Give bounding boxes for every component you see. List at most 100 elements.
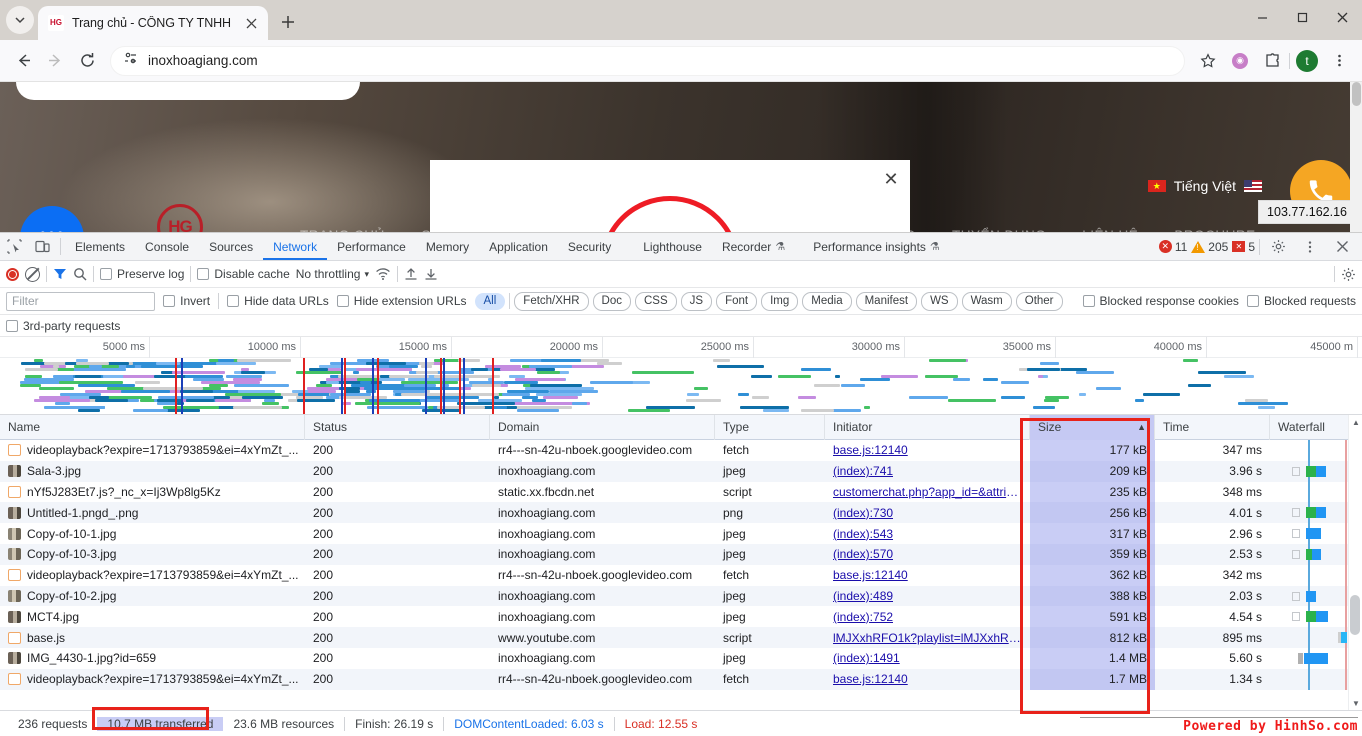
type-filter-font[interactable]: Font [716,291,758,311]
cell-initiator[interactable]: lMJXxhRFO1k?playlist=lMJXxhRFO1k [825,627,1030,648]
cell-initiator[interactable]: (index):489 [825,586,1030,607]
tab-application[interactable]: Application [479,233,558,260]
initiator-link[interactable]: (index):752 [833,610,893,624]
site-logo[interactable]: HG INOX HG [140,204,220,232]
type-filter-img[interactable]: Img [761,291,799,311]
initiator-link[interactable]: base.js:12140 [833,443,908,457]
url-text[interactable]: inoxhoagiang.com [148,53,258,68]
cell-name[interactable]: Sala-3.jpg [0,461,305,482]
type-filter-js[interactable]: JS [680,291,713,311]
reload-button[interactable] [72,46,102,76]
table-row[interactable]: Copy-of-10-1.jpg 200 inoxhoagiang.com jpeg (… [0,523,1362,544]
type-filter-doc[interactable]: Doc [592,291,631,311]
record-button[interactable] [6,267,19,281]
site-settings-icon[interactable] [123,51,138,71]
preserve-log-checkbox[interactable]: Preserve log [100,267,184,281]
scroll-down-arrow[interactable]: ▼ [1351,698,1361,708]
back-button[interactable] [8,46,38,76]
disable-cache-checkbox[interactable]: Disable cache [197,267,290,281]
minimize-button[interactable] [1242,0,1282,34]
cell-name[interactable]: videoplayback?expire=1713793859&ei=4xYmZ… [0,440,305,461]
table-body[interactable]: videoplayback?expire=1713793859&ei=4xYmZ… [0,440,1362,710]
initiator-link[interactable]: customerchat.php?app_id=&attributi [833,485,1022,499]
cell-name[interactable]: videoplayback?expire=1713793859&ei=4xYmZ… [0,565,305,586]
tab-recorder[interactable]: Recorder ⚗ [712,233,795,260]
cell-initiator[interactable]: (index):741 [825,461,1030,482]
export-har-icon[interactable] [424,267,438,281]
cell-initiator[interactable]: customerchat.php?app_id=&attributi [825,482,1030,503]
third-party-requests-checkbox[interactable]: 3rd-party requests [6,319,120,333]
forward-button[interactable] [40,46,70,76]
blocked-requests-checkbox[interactable]: Blocked requests [1246,294,1356,308]
tab-elements[interactable]: Elements [65,233,135,260]
initiator-link[interactable]: lMJXxhRFO1k?playlist=lMJXxhRFO1k [833,631,1022,645]
type-filter-ws[interactable]: WS [921,291,958,311]
column-header-size[interactable]: Size ▲ [1030,415,1155,440]
initiator-link[interactable]: (index):543 [833,527,893,541]
cell-name[interactable]: base.js [0,627,305,648]
page-scrollbar-thumb[interactable] [1352,82,1361,106]
table-row[interactable]: Untitled-1.pngd_.png 200 inoxhoagiang.com p… [0,502,1362,524]
cell-name[interactable]: IMG_4430-1.jpg?id=659 [0,648,305,669]
cell-name[interactable]: Copy-of-10-1.jpg [0,523,305,544]
tab-security[interactable]: Security [558,233,621,260]
checkbox-box[interactable] [227,295,240,307]
omnibox[interactable]: inoxhoagiang.com [110,45,1185,76]
initiator-link[interactable]: base.js:12140 [833,672,908,686]
tab-network[interactable]: Network [263,233,327,260]
type-filter-media[interactable]: Media [802,291,852,311]
cell-name[interactable]: Copy-of-10-3.jpg [0,544,305,565]
column-header-name[interactable]: Name [0,415,305,440]
cell-initiator[interactable]: (index):543 [825,523,1030,544]
initiator-link[interactable]: (index):741 [833,464,893,478]
initiator-link[interactable]: (index):570 [833,547,893,561]
table-row[interactable]: IMG_4430-1.jpg?id=659 200 inoxhoagiang.com… [0,647,1362,669]
filter-input[interactable]: Filter [6,291,156,311]
type-filter-css[interactable]: CSS [635,291,677,311]
column-header-initiator[interactable]: Initiator [825,415,1030,440]
checkbox-box[interactable] [1082,295,1095,307]
cell-name[interactable]: videoplayback?expire=1713793859&ei=4xYmZ… [0,669,305,690]
table-row[interactable]: Copy-of-10-2.jpg 200 inoxhoagiang.com jpeg (… [0,585,1362,607]
tab-lighthouse[interactable]: Lighthouse [621,233,712,260]
checkbox-box[interactable] [6,319,18,332]
cell-initiator[interactable]: (index):752 [825,606,1030,627]
tab-close-icon[interactable] [242,14,260,32]
cell-initiator[interactable]: base.js:12140 [825,565,1030,586]
extensions-puzzle-icon[interactable] [1257,46,1287,76]
table-scrollbar-thumb[interactable] [1350,595,1360,635]
tab-search-button[interactable] [6,6,34,34]
cell-initiator[interactable]: (index):1491 [825,648,1030,669]
usa-flag-icon[interactable] [1244,180,1262,192]
filter-funnel-icon[interactable] [53,267,67,281]
network-overview[interactable]: 5000 ms 10000 ms 15000 ms 20000 ms 25000… [0,337,1362,415]
network-settings-gear-icon[interactable] [1341,267,1356,282]
column-header-time[interactable]: Time [1155,415,1270,440]
tab-performance-insights[interactable]: Performance insights ⚗ [795,233,950,260]
tab-sources[interactable]: Sources [199,233,263,260]
device-toolbar-icon[interactable] [28,233,56,260]
type-filter-all[interactable]: All [474,292,506,310]
tab-memory[interactable]: Memory [416,233,479,260]
throttling-dropdown[interactable]: No throttling ▾ [296,267,369,281]
browser-tab[interactable]: HG Trang chủ - CÔNG TY TNHH [38,6,268,40]
clear-button[interactable] [25,266,40,282]
initiator-link[interactable]: (index):1491 [833,651,900,665]
table-row[interactable]: base.js 200 www.youtube.com script lMJXxhRFO… [0,627,1362,648]
initiator-link[interactable]: (index):730 [833,506,893,520]
devtools-more-icon[interactable] [1296,240,1324,254]
profile-avatar[interactable]: t [1292,46,1322,76]
table-row[interactable]: videoplayback?expire=1713793859&ei=4xYmZ… [0,564,1362,586]
import-har-icon[interactable] [404,267,418,281]
column-header-domain[interactable]: Domain [490,415,715,440]
browser-menu-icon[interactable] [1324,46,1354,76]
page-scrollbar[interactable] [1350,82,1362,232]
column-header-status[interactable]: Status [305,415,490,440]
language-switcher[interactable]: ★ Tiếng Việt [1147,178,1262,194]
bookmark-star-icon[interactable] [1193,46,1223,76]
cell-name[interactable]: nYf5J283Et7.js?_nc_x=Ij3Wp8lg5Kz [0,482,305,503]
initiator-link[interactable]: (index):489 [833,589,893,603]
type-filter-wasm[interactable]: Wasm [961,291,1012,311]
new-tab-button[interactable] [274,8,302,36]
table-scrollbar[interactable]: ▲ ▼ [1348,415,1362,710]
